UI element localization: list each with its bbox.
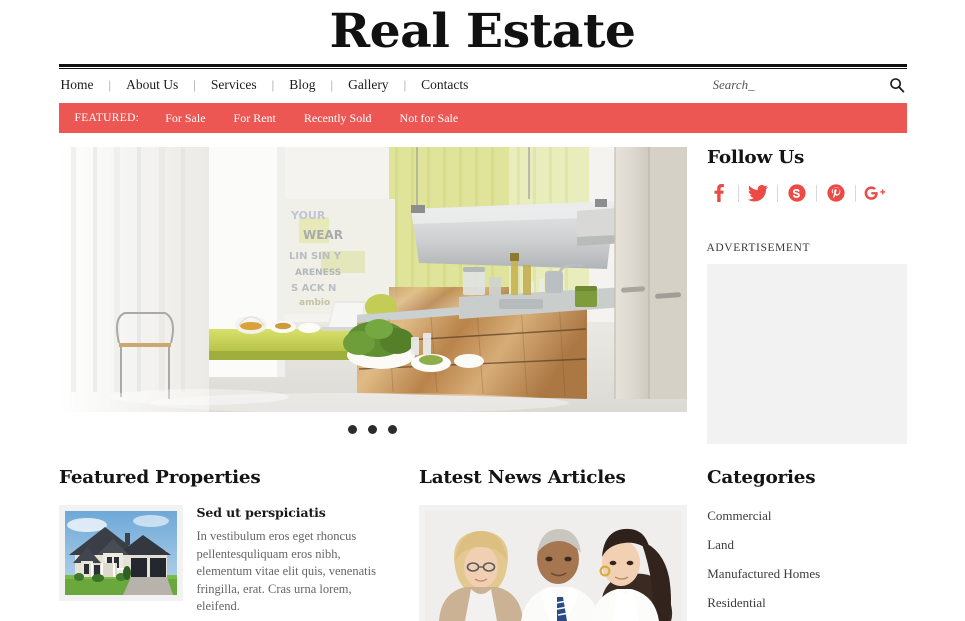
- search-box: [706, 76, 907, 93]
- masthead: Real Estate: [0, 0, 965, 60]
- page-root: Real Estate Home | About Us | Services |…: [0, 0, 965, 621]
- pinterest-icon[interactable]: [824, 182, 848, 204]
- search-input[interactable]: [706, 76, 857, 93]
- lower-sections: Featured Properties Sed ut perspiciatis …: [58, 446, 907, 621]
- category-land[interactable]: Land: [707, 534, 906, 563]
- facebook-icon[interactable]: [707, 182, 731, 204]
- svg-text:YOUR: YOUR: [290, 209, 326, 222]
- twitter-icon[interactable]: [746, 182, 770, 204]
- list-item[interactable]: Sed ut perspiciatis In vestibulum eros e…: [58, 505, 398, 616]
- featured-properties-title: Featured Properties: [58, 467, 261, 488]
- list-item: Commercial: [707, 505, 906, 534]
- nav-item-blog[interactable]: Blog: [287, 77, 317, 93]
- list-item: Manufactured Homes: [707, 563, 906, 592]
- nav-item-services[interactable]: Services: [209, 77, 259, 93]
- advertisement-placeholder[interactable]: [706, 264, 907, 444]
- category-residential[interactable]: Residential: [707, 592, 906, 621]
- featured-item-for-rent[interactable]: For Rent: [234, 111, 304, 126]
- slider-dot-2[interactable]: [368, 424, 377, 434]
- nav-item-home[interactable]: Home: [59, 77, 96, 93]
- nav-separator: |: [193, 76, 196, 92]
- nav-item-gallery[interactable]: Gallery: [346, 77, 390, 93]
- featured-item-for-sale[interactable]: For Sale: [165, 111, 233, 126]
- hero-image: YOUR WEAR LIN SIN Y ARENESS S ACK N ambi…: [58, 147, 687, 412]
- slider-dot-1[interactable]: [348, 424, 357, 434]
- site-title: Real Estate: [329, 4, 636, 59]
- main-content: YOUR WEAR LIN SIN Y ARENESS S ACK N ambi…: [58, 133, 907, 446]
- property-text-block: Sed ut perspiciatis In vestibulum eros e…: [197, 505, 393, 616]
- property-heading[interactable]: Sed ut perspiciatis: [197, 505, 393, 520]
- svg-text:S ACK N: S ACK N: [291, 283, 336, 294]
- sidebar: Follow Us ADVERTISEMENT: [706, 147, 907, 444]
- featured-item-not-for-sale[interactable]: Not for Sale: [400, 111, 487, 126]
- category-commercial[interactable]: Commercial: [707, 505, 906, 534]
- social-divider: [854, 184, 856, 202]
- main-navigation: Home | About Us | Services | Blog | Gall…: [59, 77, 471, 93]
- hero-column: YOUR WEAR LIN SIN Y ARENESS S ACK N ambi…: [58, 147, 687, 446]
- nav-separator: |: [330, 76, 334, 92]
- hero-slider[interactable]: YOUR WEAR LIN SIN Y ARENESS S ACK N ambi…: [58, 147, 687, 446]
- latest-news-title: Latest News Articles: [419, 467, 626, 488]
- property-excerpt: In vestibulum eros eget rhoncus pellente…: [196, 529, 376, 613]
- svg-text:ARENESS: ARENESS: [295, 268, 341, 278]
- nav-separator: |: [108, 76, 112, 92]
- featured-properties-section: Featured Properties Sed ut perspiciatis …: [58, 467, 398, 616]
- social-links: [707, 181, 907, 205]
- social-divider: [737, 184, 739, 202]
- nav-separator: |: [403, 76, 407, 92]
- nav-item-about-us[interactable]: About Us: [124, 77, 180, 93]
- slider-dot-3[interactable]: [388, 424, 397, 434]
- svg-text:LIN SIN Y: LIN SIN Y: [289, 251, 342, 262]
- nav-separator: |: [271, 76, 275, 92]
- news-thumbnail[interactable]: [419, 505, 688, 621]
- skype-icon[interactable]: [785, 182, 809, 204]
- social-divider: [776, 184, 778, 202]
- svg-text:ambio: ambio: [299, 298, 330, 308]
- featured-filter-bar: FEATURED: For Sale For Rent Recently Sol…: [58, 103, 907, 133]
- slider-pagination: [59, 412, 687, 446]
- categories-title: Categories: [707, 467, 816, 488]
- property-thumbnail[interactable]: [58, 505, 183, 601]
- main-navigation-bar: Home | About Us | Services | Blog | Gall…: [59, 69, 907, 100]
- featured-item-recently-sold[interactable]: Recently Sold: [304, 111, 400, 126]
- advertisement-label: ADVERTISEMENT: [706, 242, 811, 254]
- category-manufactured-homes[interactable]: Manufactured Homes: [707, 563, 906, 592]
- categories-list: Commercial Land Manufactured Homes Resid…: [707, 505, 906, 621]
- svg-text:WEAR: WEAR: [303, 228, 343, 242]
- search-icon[interactable]: [889, 77, 905, 93]
- googleplus-icon[interactable]: [863, 182, 887, 204]
- latest-news-section: Latest News Articles: [419, 467, 688, 621]
- featured-label: FEATURED:: [74, 112, 140, 124]
- follow-us-title: Follow Us: [706, 147, 804, 168]
- social-divider: [815, 184, 817, 202]
- list-item: Residential: [707, 592, 906, 621]
- nav-item-contacts[interactable]: Contacts: [419, 77, 470, 93]
- categories-section: Categories Commercial Land Manufactured …: [707, 467, 906, 621]
- list-item: Land: [707, 534, 906, 563]
